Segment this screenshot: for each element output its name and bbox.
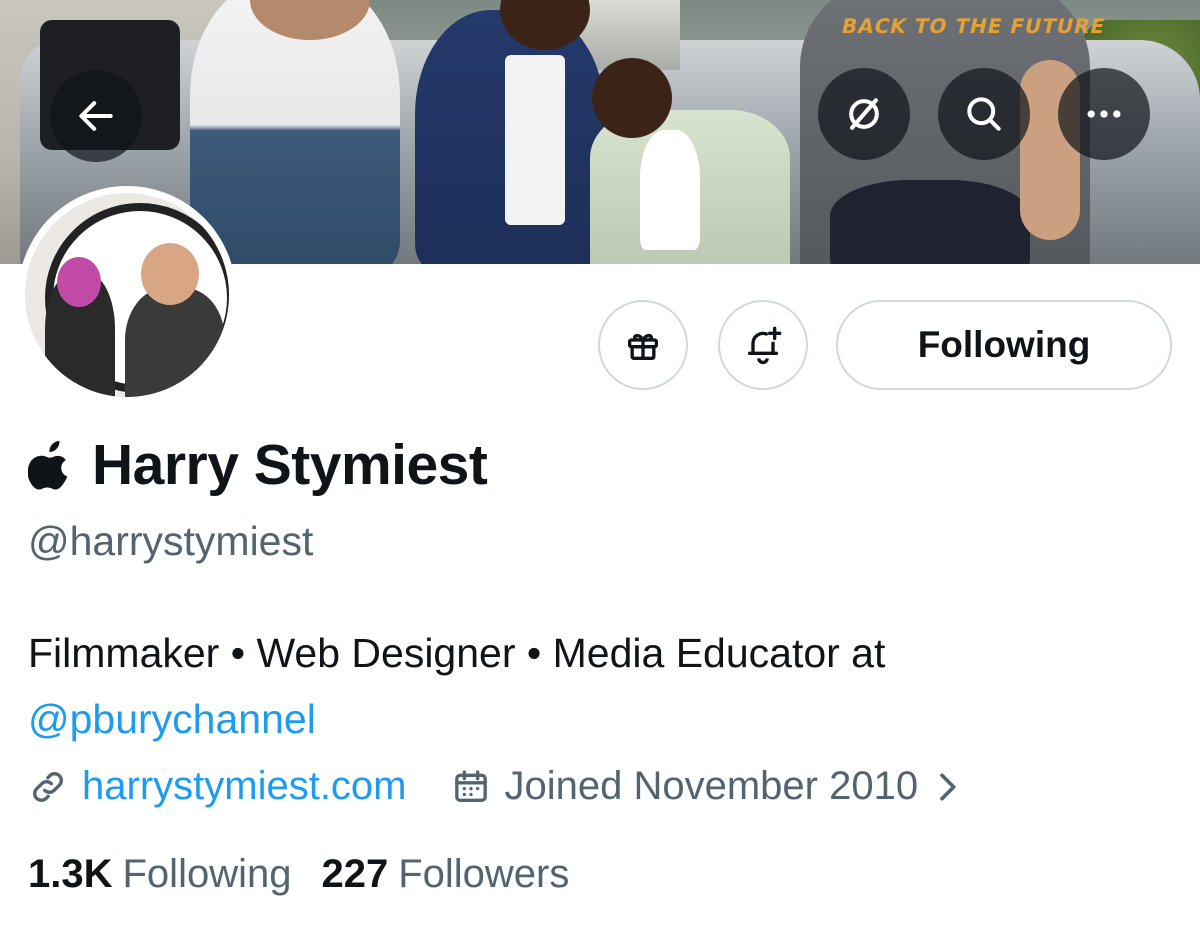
- profile-stats: 1.3K Following 227 Followers: [28, 852, 569, 897]
- profile-handle: @harrystymiest: [28, 518, 314, 564]
- banner-person: [190, 0, 400, 264]
- profile-name-row: Harry Stymiest: [28, 432, 488, 498]
- arrow-left-icon: [79, 101, 113, 131]
- grok-button[interactable]: [818, 68, 910, 160]
- bio-text: Filmmaker • Web Designer • Media Educato…: [28, 630, 886, 676]
- following-count: 1.3K: [28, 852, 113, 896]
- chevron-right-icon[interactable]: [932, 767, 962, 807]
- avatar[interactable]: [18, 186, 236, 404]
- bio-mention-link[interactable]: @pburychannel: [28, 696, 316, 742]
- banner-person-pants: [830, 180, 1030, 264]
- banner-shirt-logo: BACK TO THE FUTURE: [839, 14, 1108, 38]
- more-horizontal-icon: [1087, 110, 1121, 118]
- banner-person-shirt: [505, 55, 565, 225]
- followers-stat[interactable]: 227 Followers: [321, 852, 569, 897]
- search-button[interactable]: [938, 68, 1030, 160]
- more-button[interactable]: [1058, 68, 1150, 160]
- bell-plus-icon: [748, 326, 782, 365]
- search-icon: [967, 97, 1001, 131]
- joined-date: Joined November 2010: [504, 764, 919, 808]
- link-icon: [33, 771, 63, 802]
- avatar-person-head: [141, 243, 199, 305]
- followers-label: Followers: [398, 852, 570, 896]
- back-button[interactable]: [50, 70, 142, 162]
- following-button[interactable]: Following: [836, 300, 1172, 390]
- website-link[interactable]: harrystymiest.com: [82, 764, 407, 809]
- avatar-person-head: [57, 257, 101, 307]
- banner-person-head: [592, 58, 672, 138]
- calendar-icon: [454, 769, 487, 802]
- profile-bio: Filmmaker • Web Designer • Media Educato…: [28, 620, 1148, 752]
- gift-button[interactable]: [598, 300, 688, 390]
- grok-icon: [849, 98, 879, 130]
- notifications-button[interactable]: [718, 300, 808, 390]
- followers-count: 227: [321, 852, 389, 896]
- following-stat[interactable]: 1.3K Following: [28, 852, 291, 897]
- banner-person-shirt: [640, 130, 700, 250]
- avatar-photo: [25, 193, 229, 397]
- gift-icon: [628, 333, 658, 360]
- following-label: Following: [122, 852, 292, 896]
- apple-logo-icon: [28, 440, 68, 490]
- profile-meta-row: harrystymiest.com Joined November 2010: [28, 764, 962, 809]
- display-name: Harry Stymiest: [92, 433, 488, 497]
